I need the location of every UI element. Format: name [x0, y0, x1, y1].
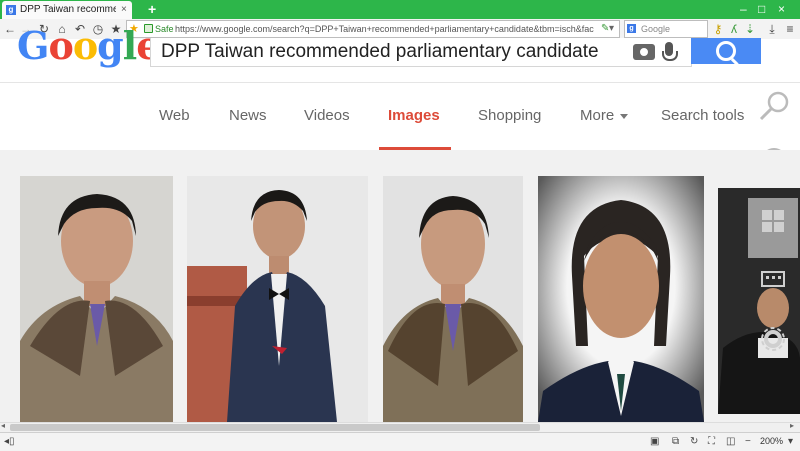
scrollbar-thumb[interactable]	[10, 424, 540, 431]
search-placeholder: Google	[641, 24, 671, 34]
hamburger-icon[interactable]: ≡	[782, 20, 798, 38]
google-logo[interactable]: Google	[17, 27, 160, 65]
logo-letter: g	[97, 23, 124, 68]
image-result[interactable]	[187, 176, 368, 422]
back-icon[interactable]: ←	[2, 20, 18, 38]
result-photo	[538, 176, 704, 422]
tab-news[interactable]: News	[229, 107, 267, 125]
google-header: Google DPP Taiwan recommended parliament…	[0, 27, 800, 79]
tab-strip: g DPP Taiwan recommended parli... × + – …	[0, 0, 800, 19]
sidebar-toggle-icon[interactable]: ◂▯	[4, 433, 15, 450]
browser-search-box[interactable]: g Google	[624, 20, 708, 38]
logo-letter: o	[72, 23, 98, 68]
logo-letter: o	[48, 23, 73, 68]
tab-web[interactable]: Web	[159, 107, 190, 125]
close-window-button[interactable]: ×	[778, 0, 785, 18]
url-text[interactable]: https://www.google.com/search?q=DPP+Taiw…	[175, 21, 595, 37]
result-photo	[20, 176, 173, 422]
refresh-page-icon[interactable]: ↻	[690, 433, 698, 450]
cast-icon[interactable]: ⧉	[672, 433, 679, 450]
url-dropdown-icon[interactable]: ▾	[609, 21, 614, 37]
download-icon[interactable]: ⤓	[764, 20, 780, 38]
address-bar[interactable]: ★ Safe https://www.google.com/search?q=D…	[126, 20, 620, 38]
translate-icon[interactable]: ʎ	[726, 20, 742, 38]
search-button[interactable]	[691, 38, 761, 64]
zoom-in-icon[interactable]: ▾	[788, 433, 793, 450]
chevron-down-icon	[620, 113, 629, 119]
windows-logo-icon[interactable]	[760, 208, 786, 234]
logo-letter: G	[17, 23, 49, 68]
key-icon[interactable]: ⚷	[710, 20, 726, 38]
result-photo	[718, 188, 800, 414]
search-engine-icon: g	[627, 24, 636, 33]
fullscreen-icon[interactable]: ⛶	[708, 433, 715, 450]
search-tools[interactable]: Search tools	[661, 107, 744, 125]
split-view-icon[interactable]: ◫	[726, 433, 735, 450]
touch-keyboard-icon[interactable]	[760, 268, 786, 290]
tab-images[interactable]: Images	[388, 107, 440, 125]
result-photo	[383, 176, 523, 422]
scroll-right-icon[interactable]: ▸	[790, 421, 794, 430]
logo-letter: l	[122, 23, 137, 68]
microphone-icon[interactable]	[662, 42, 678, 61]
search-input[interactable]: DPP Taiwan recommended parliamentary can…	[150, 38, 692, 67]
result-photo	[187, 176, 368, 422]
image-results	[0, 150, 800, 422]
tab-videos[interactable]: Videos	[304, 107, 350, 125]
search-icon	[716, 41, 736, 61]
tab-more-label: More	[580, 107, 615, 124]
minimize-button[interactable]: –	[740, 0, 747, 18]
new-tab-button[interactable]: +	[148, 0, 156, 18]
image-result[interactable]	[383, 176, 523, 422]
scroll-left-icon[interactable]: ◂	[1, 421, 5, 430]
camera-icon[interactable]	[633, 44, 655, 60]
google-favicon-icon: g	[6, 5, 16, 15]
image-result[interactable]	[20, 176, 173, 422]
settings-gear-icon[interactable]	[760, 326, 786, 352]
zoom-out-icon[interactable]: −	[745, 433, 751, 450]
magnifier-icon[interactable]	[758, 90, 790, 122]
search-query[interactable]: DPP Taiwan recommended parliamentary can…	[161, 38, 599, 66]
image-result[interactable]	[538, 176, 704, 422]
download-arrow-icon[interactable]: ⇣	[742, 20, 758, 38]
image-result[interactable]	[718, 188, 800, 414]
zoom-level[interactable]: 200%	[760, 433, 783, 450]
browser-tab[interactable]: g DPP Taiwan recommended parli... ×	[2, 1, 132, 19]
status-bar: ◂▯ ▣ ⧉ ↻ ⛶ ◫ − 200% ▾	[0, 432, 800, 451]
screenshot-icon[interactable]: ▣	[650, 433, 659, 450]
tab-close-icon[interactable]: ×	[121, 1, 127, 19]
tab-more[interactable]: More	[580, 107, 629, 125]
tab-shopping[interactable]: Shopping	[478, 107, 541, 125]
maximize-button[interactable]: □	[758, 0, 765, 18]
search-nav: Web News Videos Images Shopping More Sea…	[0, 83, 800, 150]
tab-title: DPP Taiwan recommended parli...	[20, 4, 116, 15]
